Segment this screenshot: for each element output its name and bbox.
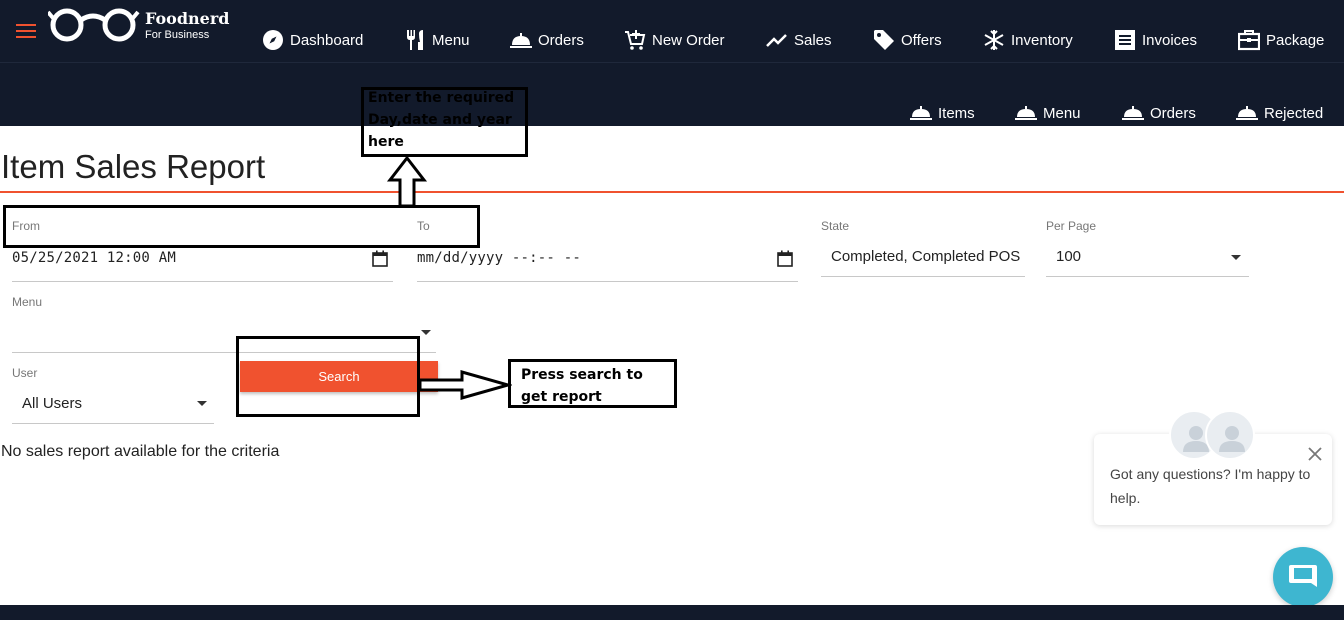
- annotation-box-search: [236, 336, 420, 417]
- nav-label: Invoices: [1142, 31, 1198, 49]
- menu-label: Menu: [12, 295, 43, 309]
- chat-launcher-button[interactable]: [1273, 547, 1333, 607]
- hamburger-menu-icon[interactable]: [16, 24, 36, 38]
- cloche-icon: [910, 105, 932, 121]
- cart-plus-icon: [624, 29, 646, 51]
- top-navbar: Foodnerd For Business Dashboard Menu Ord…: [0, 0, 1344, 126]
- user-label: User: [12, 366, 38, 380]
- nav-label: Inventory: [1011, 31, 1073, 49]
- nav-item-package[interactable]: Package: [1237, 28, 1325, 52]
- glasses-icon: [48, 8, 140, 42]
- chat-bubble-icon: [1289, 565, 1317, 587]
- agent-avatar: [1205, 410, 1255, 460]
- annotation-search-line2: get report: [521, 389, 602, 405]
- fork-knife-icon: [404, 29, 426, 51]
- subnav-item-rejected[interactable]: Rejected: [1236, 103, 1323, 123]
- cloche-icon: [1236, 105, 1258, 121]
- subnav-item-orders[interactable]: Orders: [1122, 103, 1196, 123]
- subnav-item-items[interactable]: Items: [910, 103, 975, 123]
- state-label: State: [821, 219, 850, 233]
- snowflake-icon: [983, 29, 1005, 51]
- user-underline: [12, 423, 214, 424]
- nav-item-orders[interactable]: Orders: [510, 28, 584, 52]
- nav-label: Package: [1266, 31, 1325, 49]
- up-arrow-icon: [386, 156, 428, 208]
- state-select[interactable]: Completed, Completed POS: [831, 248, 1025, 265]
- nav-label: Sales: [794, 31, 832, 49]
- per-page-underline: [1046, 276, 1249, 277]
- footer-bar: [0, 605, 1344, 620]
- nav-item-dashboard[interactable]: Dashboard: [262, 28, 363, 52]
- from-underline: [12, 281, 393, 282]
- brand-name: Foodnerd: [145, 9, 230, 28]
- nav-item-invoices[interactable]: Invoices: [1114, 28, 1197, 52]
- package-icon: [1237, 29, 1261, 51]
- nav-label: Dashboard: [290, 31, 364, 49]
- chevron-down-icon[interactable]: [421, 330, 431, 335]
- brand-logo[interactable]: Foodnerd For Business: [48, 6, 248, 46]
- annotation-search-line1: Press search to: [521, 367, 643, 383]
- cloche-icon: [1122, 105, 1144, 121]
- nav-label: Menu: [432, 31, 470, 49]
- invoice-icon: [1114, 29, 1136, 51]
- from-date-input[interactable]: 05/25/2021 12:00 AM: [12, 250, 362, 266]
- annotation-date-line3: here: [368, 134, 404, 150]
- nav-item-sales[interactable]: Sales: [766, 28, 832, 52]
- nav-item-new-order[interactable]: New Order: [624, 28, 725, 52]
- chevron-down-icon[interactable]: [1231, 255, 1241, 260]
- page-title: Item Sales Report: [1, 148, 266, 185]
- calendar-icon[interactable]: [372, 250, 388, 267]
- nav-item-menu[interactable]: Menu: [404, 28, 470, 52]
- annotation-date-line1: Enter the required: [368, 90, 515, 106]
- subnav-label: Orders: [1150, 104, 1196, 122]
- annotation-date-line2: Day,date and year: [368, 112, 512, 128]
- brand-tagline: For Business: [145, 29, 210, 41]
- nav-label: Offers: [901, 31, 942, 49]
- subnav-label: Rejected: [1264, 104, 1324, 122]
- navbar-divider: [0, 62, 1344, 63]
- per-page-select[interactable]: 100: [1056, 248, 1206, 265]
- calendar-icon[interactable]: [777, 250, 793, 267]
- nav-label: Orders: [538, 31, 584, 49]
- subnav-item-menu[interactable]: Menu: [1015, 103, 1081, 123]
- nav-item-inventory[interactable]: Inventory: [983, 28, 1073, 52]
- annotation-box-date-range: [3, 205, 480, 248]
- tag-icon: [873, 29, 895, 51]
- right-arrow-icon: [418, 370, 512, 400]
- state-underline: [821, 276, 1025, 277]
- subnav-label: Menu: [1043, 104, 1081, 122]
- compass-icon: [262, 29, 284, 51]
- empty-state-message: No sales report available for the criter…: [1, 443, 280, 460]
- user-select[interactable]: All Users: [22, 395, 182, 412]
- nav-item-offers[interactable]: Offers: [873, 28, 942, 52]
- trend-up-icon: [766, 29, 788, 51]
- to-date-input[interactable]: mm/dd/yyyy --:-- --: [417, 250, 767, 266]
- to-underline: [417, 281, 798, 282]
- title-divider: [0, 191, 1344, 193]
- chat-message: Got any questions? I'm happy to help.: [1110, 466, 1311, 506]
- cloche-icon: [510, 29, 532, 51]
- subnav-label: Items: [938, 104, 975, 122]
- per-page-label: Per Page: [1046, 219, 1097, 233]
- chevron-down-icon[interactable]: [197, 401, 207, 406]
- nav-label: New Order: [652, 31, 725, 49]
- cloche-icon: [1015, 105, 1037, 121]
- close-icon[interactable]: [1306, 445, 1324, 463]
